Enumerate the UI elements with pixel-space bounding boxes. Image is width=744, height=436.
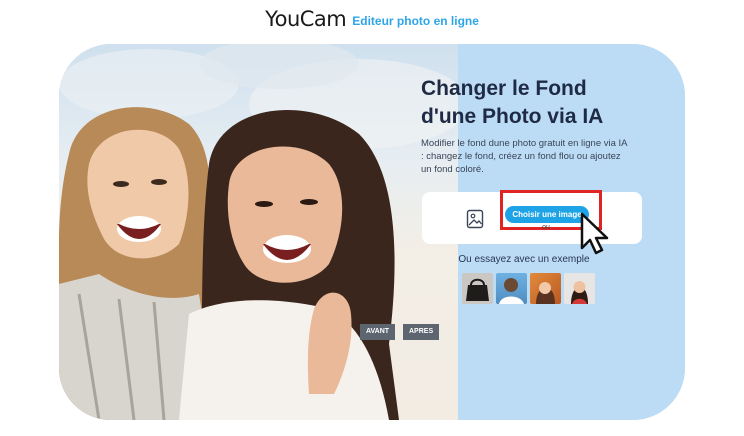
example-thumb-woman-portrait[interactable] [564,273,595,304]
page-description: Modifier le fond dune photo gratuit en l… [421,138,627,175]
header-tagline[interactable]: Editeur photo en ligne [352,14,479,28]
examples-label: Ou essayez avec un exemple [458,254,590,265]
example-thumbnails [462,273,595,304]
handbag-icon [466,278,489,301]
youcam-logo[interactable]: YouCam [265,7,347,31]
before-button[interactable]: AVANT [360,324,396,340]
after-button[interactable]: APRES [403,324,440,340]
site-header: YouCam Editeur photo en ligne [0,6,744,32]
before-after-photo[interactable] [59,44,458,420]
example-thumb-man-sky[interactable] [496,273,527,304]
image-upload-icon[interactable] [466,209,484,229]
example-thumb-woman-autumn[interactable] [530,273,561,304]
portrait-icon [536,282,555,304]
portrait-icon [499,278,524,304]
or-separator: ou [542,224,550,231]
example-thumb-handbag[interactable] [462,273,493,304]
cursor-arrow-icon [580,212,609,255]
photo-illustration [59,44,458,420]
portrait-icon [571,281,588,304]
page-title: Changer le Fond d'une Photo via IA [421,77,604,128]
